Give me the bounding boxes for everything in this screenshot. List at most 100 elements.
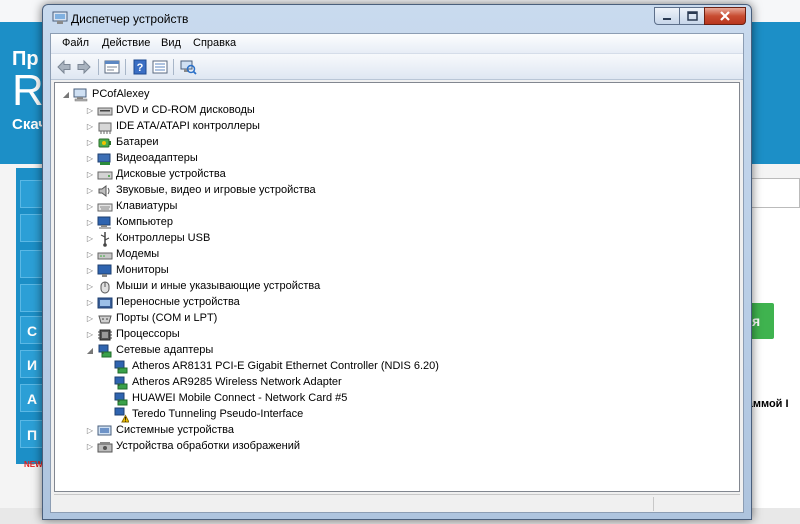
tree-item-label: Мониторы — [116, 264, 169, 276]
background-tile[interactable]: П — [20, 420, 44, 448]
device-manager-window: Диспетчер устройств Файл Действие Вид Сп… — [42, 4, 752, 520]
tree-category-item[interactable]: ▷ Батареи — [85, 135, 685, 151]
expand-arrow-icon[interactable]: ▷ — [85, 297, 95, 309]
tree-category-item[interactable]: ▷ Контроллеры USB — [85, 231, 685, 247]
tree-category-item[interactable]: ▷ IDE ATA/ATAPI контроллеры — [85, 119, 685, 135]
collapse-arrow-icon[interactable]: ◢ — [61, 89, 71, 101]
device-tree[interactable]: ◢ PCofAlexey ▷ DVD и CD-ROM дисководы ▷ IDE… — [54, 82, 740, 492]
expand-arrow-icon[interactable]: ▷ — [85, 153, 95, 165]
title-bar[interactable]: Диспетчер устройств — [43, 5, 751, 33]
maximize-button[interactable] — [679, 7, 705, 25]
menu-view[interactable]: Вид — [161, 37, 181, 49]
tree-category-item[interactable]: ▷ Компьютер — [85, 215, 685, 231]
tree-item-label: Мыши и иные указывающие устройства — [116, 280, 321, 292]
tree-category-item[interactable]: ▷ Системные устройства — [85, 423, 685, 439]
background-tile[interactable] — [20, 250, 44, 278]
expand-arrow-icon[interactable]: ▷ — [85, 201, 95, 213]
expand-arrow-icon[interactable]: ▷ — [85, 265, 95, 277]
properties-icon[interactable] — [103, 58, 121, 76]
menu-action[interactable]: Действие — [102, 37, 150, 49]
expand-arrow-icon[interactable]: ▷ — [85, 185, 95, 197]
expand-arrow-icon[interactable]: ▷ — [85, 425, 95, 437]
tree-device-item[interactable]: Atheros AR9285 Wireless Network Adapter — [101, 375, 701, 391]
expand-arrow-icon[interactable]: ▷ — [85, 313, 95, 325]
tree-category-item[interactable]: ▷ Процессоры — [85, 327, 685, 343]
sound-icon — [98, 185, 110, 197]
scan-hardware-icon[interactable] — [179, 58, 197, 76]
tree-device-item[interactable]: ! Teredo Tunneling Pseudo-Interface — [101, 407, 701, 423]
background-tile[interactable]: А — [20, 384, 44, 412]
expand-arrow-icon[interactable]: ▷ — [85, 169, 95, 181]
news-badge: NEW — [24, 460, 43, 469]
background-tile[interactable] — [20, 180, 44, 208]
tree-item-label: Контроллеры USB — [116, 232, 211, 244]
menu-file[interactable]: Файл — [62, 37, 89, 49]
background-input[interactable] — [748, 178, 800, 208]
tree-category-item[interactable]: ▷ Видеоадаптеры — [85, 151, 685, 167]
tree-category-item[interactable]: ▷ Мониторы — [85, 263, 685, 279]
tree-category-item[interactable]: ◢ Сетевые адаптеры — [85, 343, 685, 359]
tree-item-label: DVD и CD-ROM дисководы — [116, 104, 255, 116]
expand-arrow-icon[interactable]: ▷ — [85, 137, 95, 149]
network-adapter-icon — [98, 344, 112, 358]
background-tile[interactable] — [20, 214, 44, 242]
tree-category-item[interactable]: ▷ Устройства обработки изображений — [85, 439, 685, 455]
expand-arrow-icon[interactable]: ▷ — [85, 105, 95, 117]
tree-item-label: Atheros AR8131 PCI-E Gigabit Ethernet Co… — [132, 360, 439, 372]
menu-help[interactable]: Справка — [193, 37, 236, 49]
tree-category-item[interactable]: ▷ Модемы — [85, 247, 685, 263]
network-adapter-icon — [114, 392, 128, 406]
network-adapter-warning-icon: ! — [114, 407, 129, 423]
expand-arrow-icon[interactable]: ▷ — [85, 121, 95, 133]
background-tile[interactable]: И — [20, 350, 44, 378]
expand-arrow-icon[interactable]: ▷ — [85, 441, 95, 453]
tree-category-item[interactable]: ▷ Дисковые устройства — [85, 167, 685, 183]
minimize-icon — [663, 18, 671, 20]
help-icon[interactable]: ? — [131, 58, 149, 76]
expand-arrow-icon[interactable]: ▷ — [85, 329, 95, 341]
tree-item-label: Порты (COM и LPT) — [116, 312, 218, 324]
tree-item-label: Видеоадаптеры — [116, 152, 198, 164]
tree-device-item[interactable]: Atheros AR8131 PCI-E Gigabit Ethernet Co… — [101, 359, 701, 375]
imaging-device-icon — [97, 442, 113, 453]
tree-item-label: Переносные устройства — [116, 296, 240, 308]
expand-arrow-icon[interactable]: ▷ — [85, 281, 95, 293]
tree-category-item[interactable]: ▷ Клавиатуры — [85, 199, 685, 215]
toolbar-separator — [125, 59, 126, 75]
expand-arrow-icon[interactable]: ▷ — [85, 249, 95, 261]
tree-category-item[interactable]: ▷ Порты (COM и LPT) — [85, 311, 685, 327]
back-arrow-icon[interactable] — [55, 58, 73, 76]
tree-item-label: Батареи — [116, 136, 159, 148]
tree-item-label: HUAWEI Mobile Connect - Network Card #5 — [132, 392, 348, 404]
window-client-area: Файл Действие Вид Справка ? ◢ PCofAlexey… — [50, 33, 744, 513]
expand-arrow-icon[interactable]: ▷ — [85, 233, 95, 245]
processor-icon — [98, 329, 112, 341]
toolbar: ? — [51, 54, 743, 80]
keyboard-icon — [97, 203, 113, 212]
menu-bar: Файл Действие Вид Справка — [51, 34, 743, 54]
tree-device-item[interactable]: HUAWEI Mobile Connect - Network Card #5 — [101, 391, 701, 407]
monitor-icon — [97, 264, 112, 277]
expand-arrow-icon[interactable]: ▷ — [85, 217, 95, 229]
background-tile[interactable] — [20, 284, 44, 312]
tree-root[interactable]: ◢ PCofAlexey — [61, 87, 361, 103]
tree-item-label: Сетевые адаптеры — [116, 344, 214, 356]
tree-item-label: Компьютер — [116, 216, 173, 228]
tree-item-label: Клавиатуры — [116, 200, 178, 212]
tree-category-item[interactable]: ▷ DVD и CD-ROM дисководы — [85, 103, 685, 119]
minimize-button[interactable] — [654, 7, 680, 25]
background-panel — [748, 208, 800, 508]
tree-category-item[interactable]: ▷ Переносные устройства — [85, 295, 685, 311]
tree-category-item[interactable]: ▷ Мыши и иные указывающие устройства — [85, 279, 685, 295]
computer-icon — [97, 216, 111, 229]
display-adapter-icon — [97, 153, 111, 165]
forward-arrow-icon[interactable] — [75, 58, 93, 76]
background-tile[interactable]: С — [20, 316, 44, 344]
tree-category-item[interactable]: ▷ Звуковые, видео и игровые устройства — [85, 183, 685, 199]
usb-icon — [100, 232, 110, 247]
close-button[interactable] — [704, 7, 746, 25]
device-list-icon[interactable] — [151, 58, 169, 76]
collapse-arrow-icon[interactable]: ◢ — [85, 345, 95, 357]
tree-item-label: Модемы — [116, 248, 160, 260]
port-icon — [98, 315, 112, 324]
